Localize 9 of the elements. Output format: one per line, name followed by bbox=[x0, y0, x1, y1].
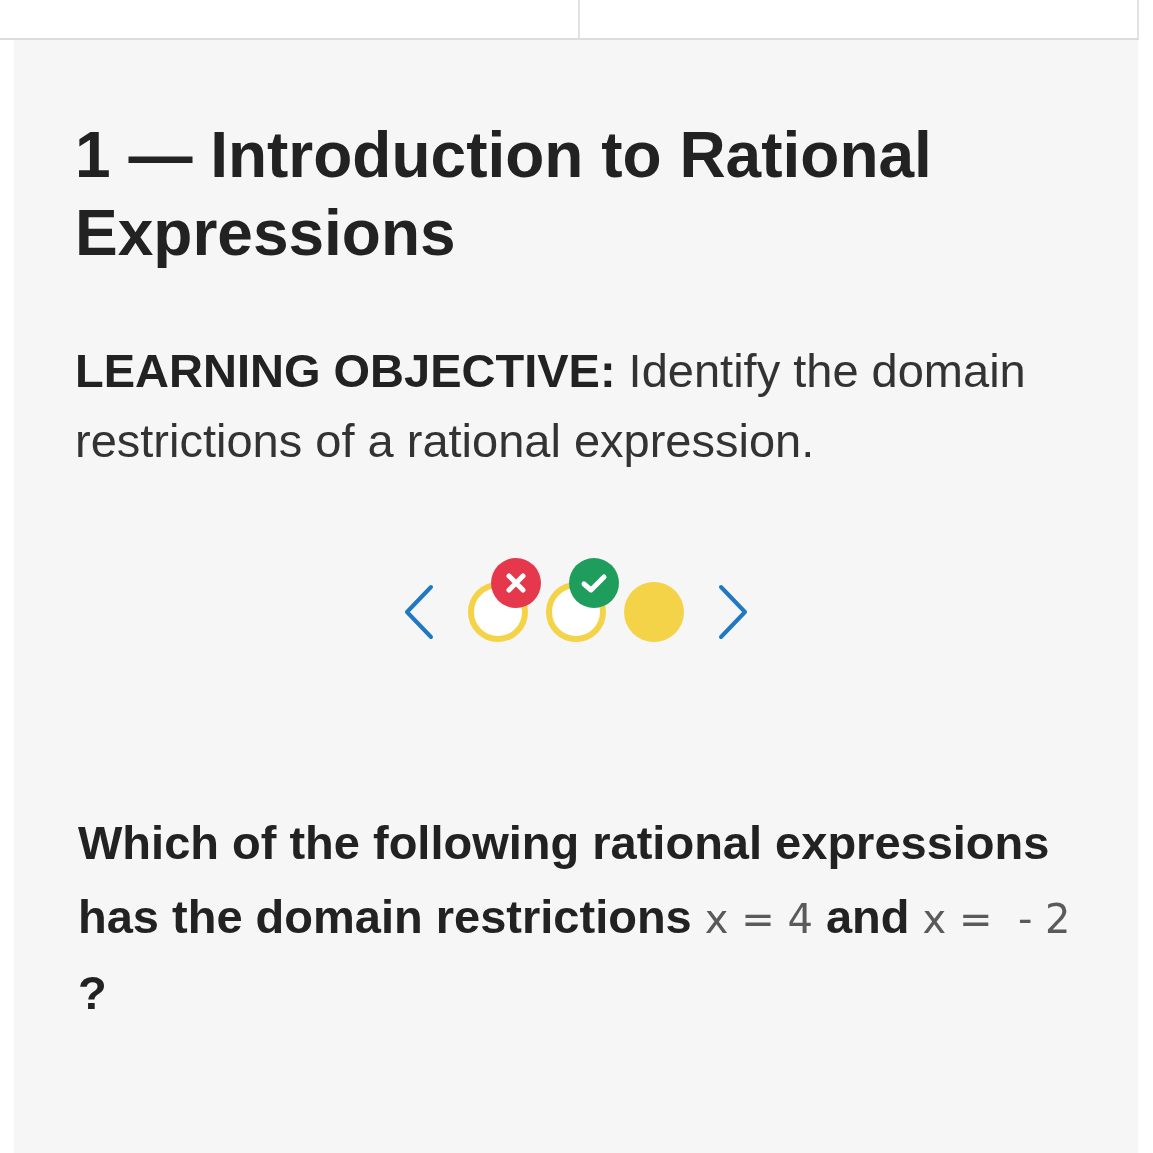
check-badge-icon bbox=[568, 558, 619, 608]
cross-badge-icon bbox=[490, 558, 541, 608]
chevron-left-icon bbox=[402, 583, 435, 641]
next-button[interactable] bbox=[716, 583, 749, 641]
chevron-right-icon bbox=[716, 583, 749, 641]
lesson-title: 1 — Introduction to Rational Expressions bbox=[75, 118, 933, 271]
learning-objective: LEARNING OBJECTIVE: Identify the domain restrictions of a rational expression. bbox=[75, 343, 1027, 469]
previous-button[interactable] bbox=[402, 583, 435, 641]
question-text: Which of the following rational expressions has the domain restrictions x = 4 and x = - 2 ? bbox=[78, 815, 1072, 1021]
